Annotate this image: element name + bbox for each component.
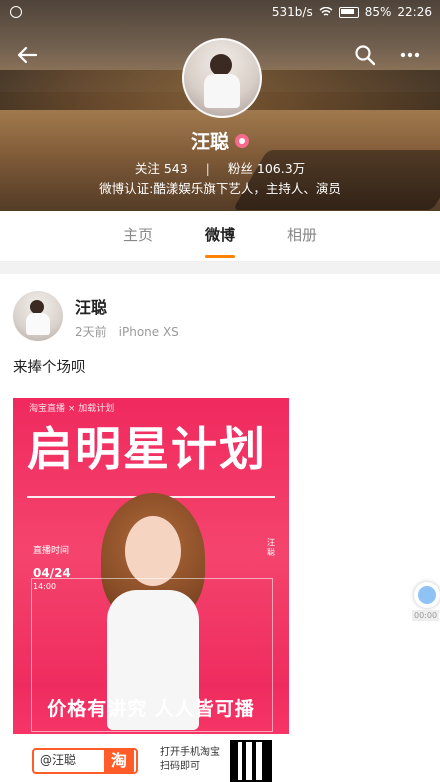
poster-live-label: 直播时间 xyxy=(33,546,70,556)
tab-home[interactable]: 主页 xyxy=(97,211,179,261)
clock: 22:26 xyxy=(397,5,432,19)
battery-percent: 85% xyxy=(364,5,392,19)
verification-text: 微博认证:酷漾娱乐旗下艺人，主持人、演员 xyxy=(99,181,341,196)
poster-brand: 淘宝直播 × 加载计划 xyxy=(29,404,115,414)
tab-weibo[interactable]: 微博 xyxy=(179,211,261,261)
more-options-icon[interactable] xyxy=(398,44,422,68)
floating-assist-button[interactable] xyxy=(414,582,440,608)
vip-badge-icon[interactable] xyxy=(235,133,249,148)
poster-headline: 启明星计划 xyxy=(27,422,267,476)
poster-time: 14:00 xyxy=(33,582,57,591)
post-image[interactable]: 淘宝直播 × 加载计划 启明星计划 直播时间 04/24 14:00 汪聪 价格… xyxy=(13,398,289,782)
back-arrow-icon[interactable] xyxy=(16,44,42,70)
poster-slogan: 价格有讲究 人人皆可播 xyxy=(47,698,255,720)
profile-tabs: 主页 微博 相册 xyxy=(0,211,440,262)
profile-name: 汪聪 xyxy=(190,131,229,153)
section-divider xyxy=(0,262,440,274)
floating-time: 00:00 xyxy=(412,610,440,621)
taobao-icon: 淘 xyxy=(104,748,134,774)
post-source: iPhone XS xyxy=(118,325,179,339)
profile-cover: 531b/s 85% 22:26 汪聪 关注 543 | 粉丝 106.3万 微… xyxy=(0,0,440,211)
post-text: 来捧个场呗 xyxy=(13,360,86,376)
followers-link[interactable]: 粉丝 106.3万 xyxy=(228,161,305,176)
post-author[interactable]: 汪聪 xyxy=(75,294,107,318)
post-meta: 2天前 iPhone XS xyxy=(75,323,179,340)
network-speed: 531b/s xyxy=(271,5,313,19)
battery-icon xyxy=(338,6,359,18)
search-icon[interactable] xyxy=(354,44,378,68)
weibo-post: 汪聪 2天前 iPhone XS 来捧个场呗 淘宝直播 × 加载计划 启明星计划 … xyxy=(0,274,440,782)
post-time: 2天前 xyxy=(75,325,107,339)
status-bar: 531b/s 85% 22:26 xyxy=(0,0,440,26)
wifi-icon xyxy=(319,7,333,16)
following-link[interactable]: 关注 543 xyxy=(135,161,188,176)
poster-date: 04/24 xyxy=(33,566,71,580)
post-avatar[interactable] xyxy=(13,291,63,341)
profile-stats: 关注 543 | 粉丝 106.3万 xyxy=(134,161,306,176)
poster-side-name: 汪聪 xyxy=(267,538,275,557)
poster-handle: @汪聪 xyxy=(40,753,77,767)
notification-icon xyxy=(10,6,22,18)
scan-instructions: 打开手机淘宝 扫码即可 xyxy=(160,747,220,772)
profile-avatar[interactable] xyxy=(182,38,262,118)
qr-code xyxy=(230,740,272,782)
tab-album[interactable]: 相册 xyxy=(261,211,343,261)
